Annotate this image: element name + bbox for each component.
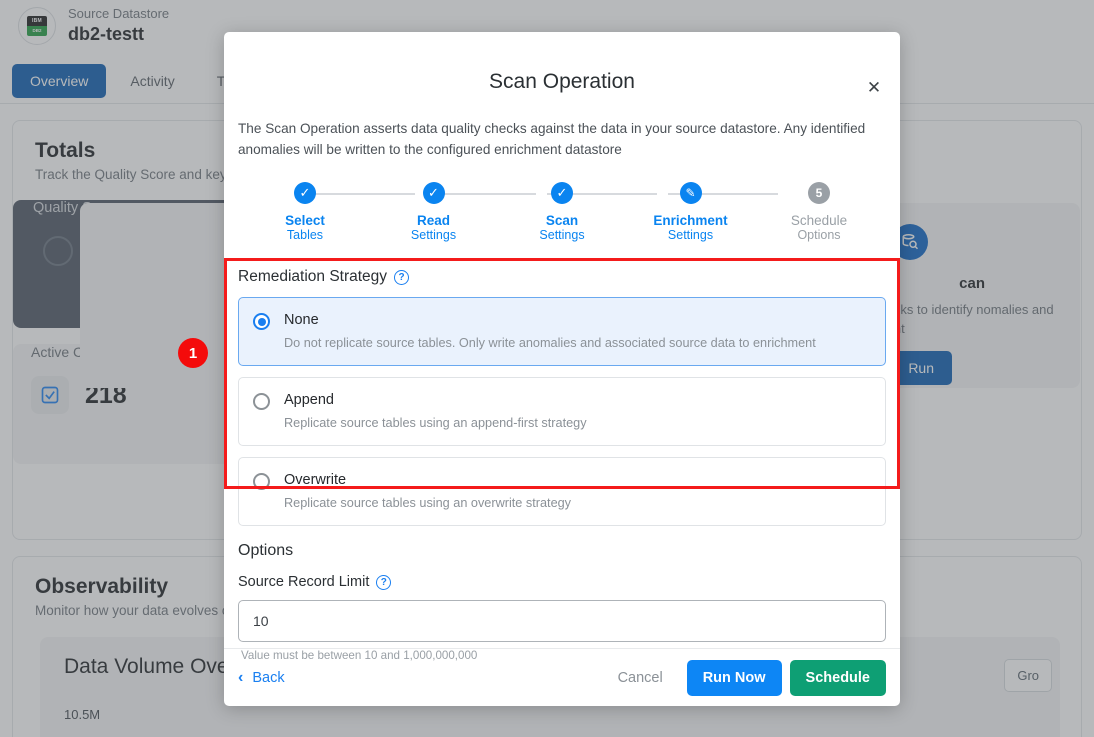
step-label-line2: Options bbox=[797, 228, 841, 242]
back-button[interactable]: ‹ Back bbox=[238, 669, 285, 687]
pencil-icon: ✎ bbox=[679, 182, 702, 204]
cancel-button[interactable]: Cancel bbox=[602, 662, 679, 694]
step-schedule-options[interactable]: 5 Schedule Options bbox=[764, 182, 874, 243]
wizard-stepper: ✓ Select Tables ✓ Read Settings ✓ Scan S… bbox=[250, 182, 874, 254]
step-label-line2: Settings bbox=[667, 228, 714, 242]
step-label-line1: Scan bbox=[545, 213, 579, 228]
run-now-button[interactable]: Run Now bbox=[686, 659, 782, 696]
step-enrichment-settings[interactable]: ✎ Enrichment Settings bbox=[636, 182, 746, 243]
modal-title: Scan Operation bbox=[489, 70, 635, 93]
chevron-left-icon: ‹ bbox=[238, 668, 244, 686]
radio-option-none[interactable]: None Do not replicate source tables. Onl… bbox=[238, 297, 886, 366]
source-record-limit-input[interactable] bbox=[238, 600, 886, 642]
options-section: Options Source Record Limit ? Value must… bbox=[238, 542, 886, 662]
annotation-marker-1: 1 bbox=[178, 338, 208, 368]
radio-option-description: Replicate source tables using an append-… bbox=[284, 416, 587, 430]
remediation-strategy-section: Remediation Strategy ? None Do not repli… bbox=[238, 268, 886, 526]
radio-option-description: Do not replicate source tables. Only wri… bbox=[284, 336, 816, 350]
radio-option-description: Replicate source tables using an overwri… bbox=[284, 496, 572, 510]
step-label-line2: Settings bbox=[410, 228, 457, 242]
check-icon: ✓ bbox=[551, 182, 573, 204]
options-heading: Options bbox=[238, 542, 294, 559]
check-icon: ✓ bbox=[294, 182, 316, 204]
step-label-line1: Select bbox=[285, 213, 325, 228]
radio-icon[interactable] bbox=[253, 473, 270, 490]
help-icon[interactable]: ? bbox=[376, 574, 392, 590]
step-label-line1: Read bbox=[416, 213, 450, 228]
help-icon[interactable]: ? bbox=[394, 269, 410, 285]
radio-icon[interactable] bbox=[253, 393, 270, 410]
step-number-badge: 5 bbox=[808, 182, 830, 204]
step-label-line1: Schedule bbox=[790, 213, 848, 228]
stepper-connector bbox=[305, 193, 415, 195]
radio-option-append[interactable]: Append Replicate source tables using an … bbox=[238, 377, 886, 446]
step-read-settings[interactable]: ✓ Read Settings bbox=[379, 182, 489, 243]
radio-option-title: None bbox=[284, 312, 319, 328]
remediation-strategy-label: Remediation Strategy ? bbox=[238, 268, 886, 286]
step-label-line2: Tables bbox=[286, 228, 324, 242]
source-record-limit-label: Source Record Limit ? bbox=[238, 574, 886, 590]
scan-operation-modal: ✕ Scan Operation The Scan Operation asse… bbox=[224, 32, 900, 706]
modal-footer: ‹ Back Cancel Run Now Schedule bbox=[224, 648, 900, 706]
close-icon[interactable]: ✕ bbox=[862, 76, 886, 100]
source-record-limit-text: Source Record Limit bbox=[238, 574, 370, 590]
remediation-strategy-text: Remediation Strategy bbox=[238, 268, 388, 285]
step-label-line2: Settings bbox=[539, 228, 585, 242]
step-label-line1: Enrichment bbox=[653, 213, 728, 228]
schedule-button[interactable]: Schedule bbox=[789, 659, 886, 696]
step-select-tables[interactable]: ✓ Select Tables bbox=[250, 182, 360, 243]
radio-icon[interactable] bbox=[253, 313, 270, 330]
step-scan-settings[interactable]: ✓ Scan Settings bbox=[507, 182, 617, 243]
check-icon: ✓ bbox=[422, 182, 445, 204]
modal-description: The Scan Operation asserts data quality … bbox=[238, 121, 866, 157]
radio-option-title: Append bbox=[284, 392, 334, 408]
radio-option-title: Overwrite bbox=[284, 472, 347, 488]
back-button-label: Back bbox=[252, 669, 285, 686]
radio-option-overwrite[interactable]: Overwrite Replicate source tables using … bbox=[238, 457, 886, 526]
